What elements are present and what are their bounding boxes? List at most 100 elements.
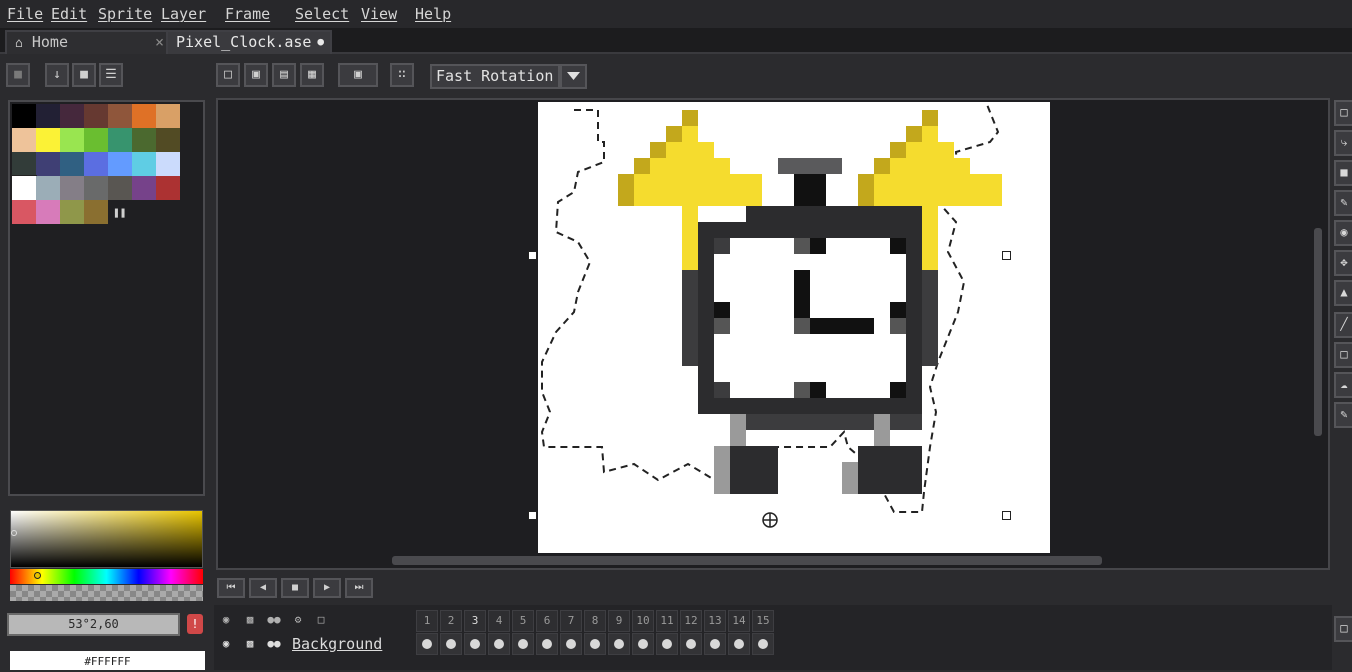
palette-swatch[interactable] bbox=[36, 176, 60, 200]
menu-view[interactable]: View bbox=[361, 5, 397, 23]
palette-swatch[interactable] bbox=[108, 152, 132, 176]
spray-tool-icon[interactable]: ☁ bbox=[1334, 372, 1352, 398]
blur-tool-icon[interactable]: ✎ bbox=[1334, 402, 1352, 428]
cel[interactable] bbox=[464, 633, 486, 655]
palette-swatch[interactable] bbox=[156, 152, 180, 176]
palette-swatch[interactable] bbox=[156, 128, 180, 152]
palette-swatch[interactable] bbox=[36, 200, 60, 224]
frame-header[interactable]: 5 bbox=[512, 610, 534, 632]
continuous-icon[interactable]: ●● bbox=[263, 633, 285, 655]
cel[interactable] bbox=[488, 633, 510, 655]
palette-swatch[interactable] bbox=[12, 128, 36, 152]
modified-dot-icon[interactable]: ● bbox=[317, 32, 324, 52]
frame-header[interactable]: 2 bbox=[440, 610, 462, 632]
cel[interactable] bbox=[560, 633, 582, 655]
line-tool-icon[interactable]: ╱ bbox=[1334, 312, 1352, 338]
eye-icon[interactable]: ◉ bbox=[215, 633, 237, 655]
cel[interactable] bbox=[512, 633, 534, 655]
palette-menu-icon[interactable]: ☰ bbox=[99, 63, 123, 87]
horizontal-scrollbar[interactable] bbox=[392, 556, 1102, 565]
palette-resize-icon[interactable]: ❚❚ bbox=[113, 206, 126, 219]
palette-swatch[interactable] bbox=[108, 128, 132, 152]
frame-header[interactable]: 7 bbox=[560, 610, 582, 632]
pivot-icon[interactable]: ∷ bbox=[390, 63, 414, 87]
palette-swatch[interactable] bbox=[84, 200, 108, 224]
tab-pixel-clock[interactable]: Pixel_Clock.ase ● bbox=[166, 30, 332, 54]
transform-handle-left[interactable] bbox=[528, 251, 537, 260]
palette-swatch[interactable] bbox=[60, 152, 84, 176]
pivot-marker[interactable] bbox=[762, 512, 778, 528]
intersect-selection-icon[interactable]: ▦ bbox=[300, 63, 324, 87]
menu-help[interactable]: Help bbox=[415, 5, 451, 23]
tab-home[interactable]: ⌂ Home × bbox=[5, 30, 172, 54]
first-frame-button[interactable]: ⏮ bbox=[217, 578, 245, 598]
palette-swatch[interactable] bbox=[36, 152, 60, 176]
lock-header-icon[interactable]: ▩ bbox=[239, 609, 261, 631]
palette-swatch[interactable] bbox=[132, 104, 156, 128]
sv-cursor[interactable] bbox=[11, 530, 17, 536]
marquee-tool-icon[interactable]: □ bbox=[1334, 100, 1352, 126]
frame-header[interactable]: 10 bbox=[632, 610, 654, 632]
cel[interactable] bbox=[608, 633, 630, 655]
warning-button[interactable]: ! bbox=[187, 614, 203, 634]
pencil-tool-icon[interactable]: ✎ bbox=[1334, 190, 1352, 216]
previous-frame-button[interactable]: ◀ bbox=[249, 578, 277, 598]
cel[interactable] bbox=[416, 633, 438, 655]
menu-layer[interactable]: Layer bbox=[161, 5, 206, 23]
frame-header[interactable]: 13 bbox=[704, 610, 726, 632]
palette-swatch[interactable] bbox=[60, 176, 84, 200]
palette-swatch[interactable] bbox=[11, 175, 37, 201]
palette-save-icon[interactable]: ■ bbox=[72, 63, 96, 87]
cel[interactable] bbox=[680, 633, 702, 655]
layer-name[interactable]: Background bbox=[292, 633, 382, 655]
palette-swatch[interactable] bbox=[84, 152, 108, 176]
transform-handle-right[interactable] bbox=[1002, 251, 1011, 260]
palette-swatch[interactable] bbox=[12, 104, 36, 128]
saturation-value-box[interactable] bbox=[10, 510, 203, 568]
new-layer-icon[interactable]: □ bbox=[310, 609, 332, 631]
palette-swatch[interactable] bbox=[84, 104, 108, 128]
palette-swatch[interactable] bbox=[60, 128, 84, 152]
lasso-tool-icon[interactable]: ⤷ bbox=[1334, 130, 1352, 156]
hsv-value-field[interactable]: 53°2,60 bbox=[7, 613, 180, 636]
eraser-tool-icon[interactable]: ■ bbox=[1334, 160, 1352, 186]
palette-swatch[interactable] bbox=[156, 176, 180, 200]
continuous-header-icon[interactable]: ●● bbox=[263, 609, 285, 631]
menu-edit[interactable]: Edit bbox=[51, 5, 87, 23]
palette-swatch[interactable] bbox=[12, 200, 36, 224]
new-selection-icon[interactable]: □ bbox=[216, 63, 240, 87]
padlock-icon[interactable]: ▩ bbox=[239, 633, 261, 655]
palette-swatch[interactable] bbox=[108, 104, 132, 128]
frame-header[interactable]: 12 bbox=[680, 610, 702, 632]
cel[interactable] bbox=[752, 633, 774, 655]
hue-slider[interactable] bbox=[10, 569, 203, 584]
cel[interactable] bbox=[632, 633, 654, 655]
palette-swatch[interactable] bbox=[60, 104, 84, 128]
hex-color-field[interactable]: #FFFFFF bbox=[10, 651, 205, 670]
frame-header[interactable]: 3 bbox=[464, 610, 486, 632]
palette-swatch[interactable] bbox=[108, 176, 132, 200]
frame-header[interactable]: 11 bbox=[656, 610, 678, 632]
menu-frame[interactable]: Frame bbox=[225, 5, 270, 23]
palette-swatch[interactable] bbox=[84, 128, 108, 152]
transform-handle-bottom-right[interactable] bbox=[1002, 511, 1011, 520]
transparent-color-icon[interactable]: ▣ bbox=[338, 63, 378, 87]
cel[interactable] bbox=[584, 633, 606, 655]
frame-header[interactable]: 14 bbox=[728, 610, 750, 632]
frame-header[interactable]: 1 bbox=[416, 610, 438, 632]
zoom-level-icon[interactable]: □ bbox=[1334, 616, 1352, 642]
frame-header[interactable]: 9 bbox=[608, 610, 630, 632]
rectangle-tool-icon[interactable]: □ bbox=[1334, 342, 1352, 368]
palette-swatch[interactable] bbox=[84, 176, 108, 200]
frame-header[interactable]: 6 bbox=[536, 610, 558, 632]
palette-swatch[interactable] bbox=[132, 152, 156, 176]
subtract-selection-icon[interactable]: ▤ bbox=[272, 63, 296, 87]
cel[interactable] bbox=[536, 633, 558, 655]
palette-swatch[interactable] bbox=[132, 128, 156, 152]
menu-select[interactable]: Select bbox=[295, 5, 349, 23]
close-icon[interactable]: × bbox=[155, 32, 164, 52]
last-frame-button[interactable]: ⏭ bbox=[345, 578, 373, 598]
fill-tool-icon[interactable]: ▲ bbox=[1334, 280, 1352, 306]
alpha-slider[interactable] bbox=[10, 585, 203, 601]
vertical-scrollbar[interactable] bbox=[1314, 228, 1322, 436]
